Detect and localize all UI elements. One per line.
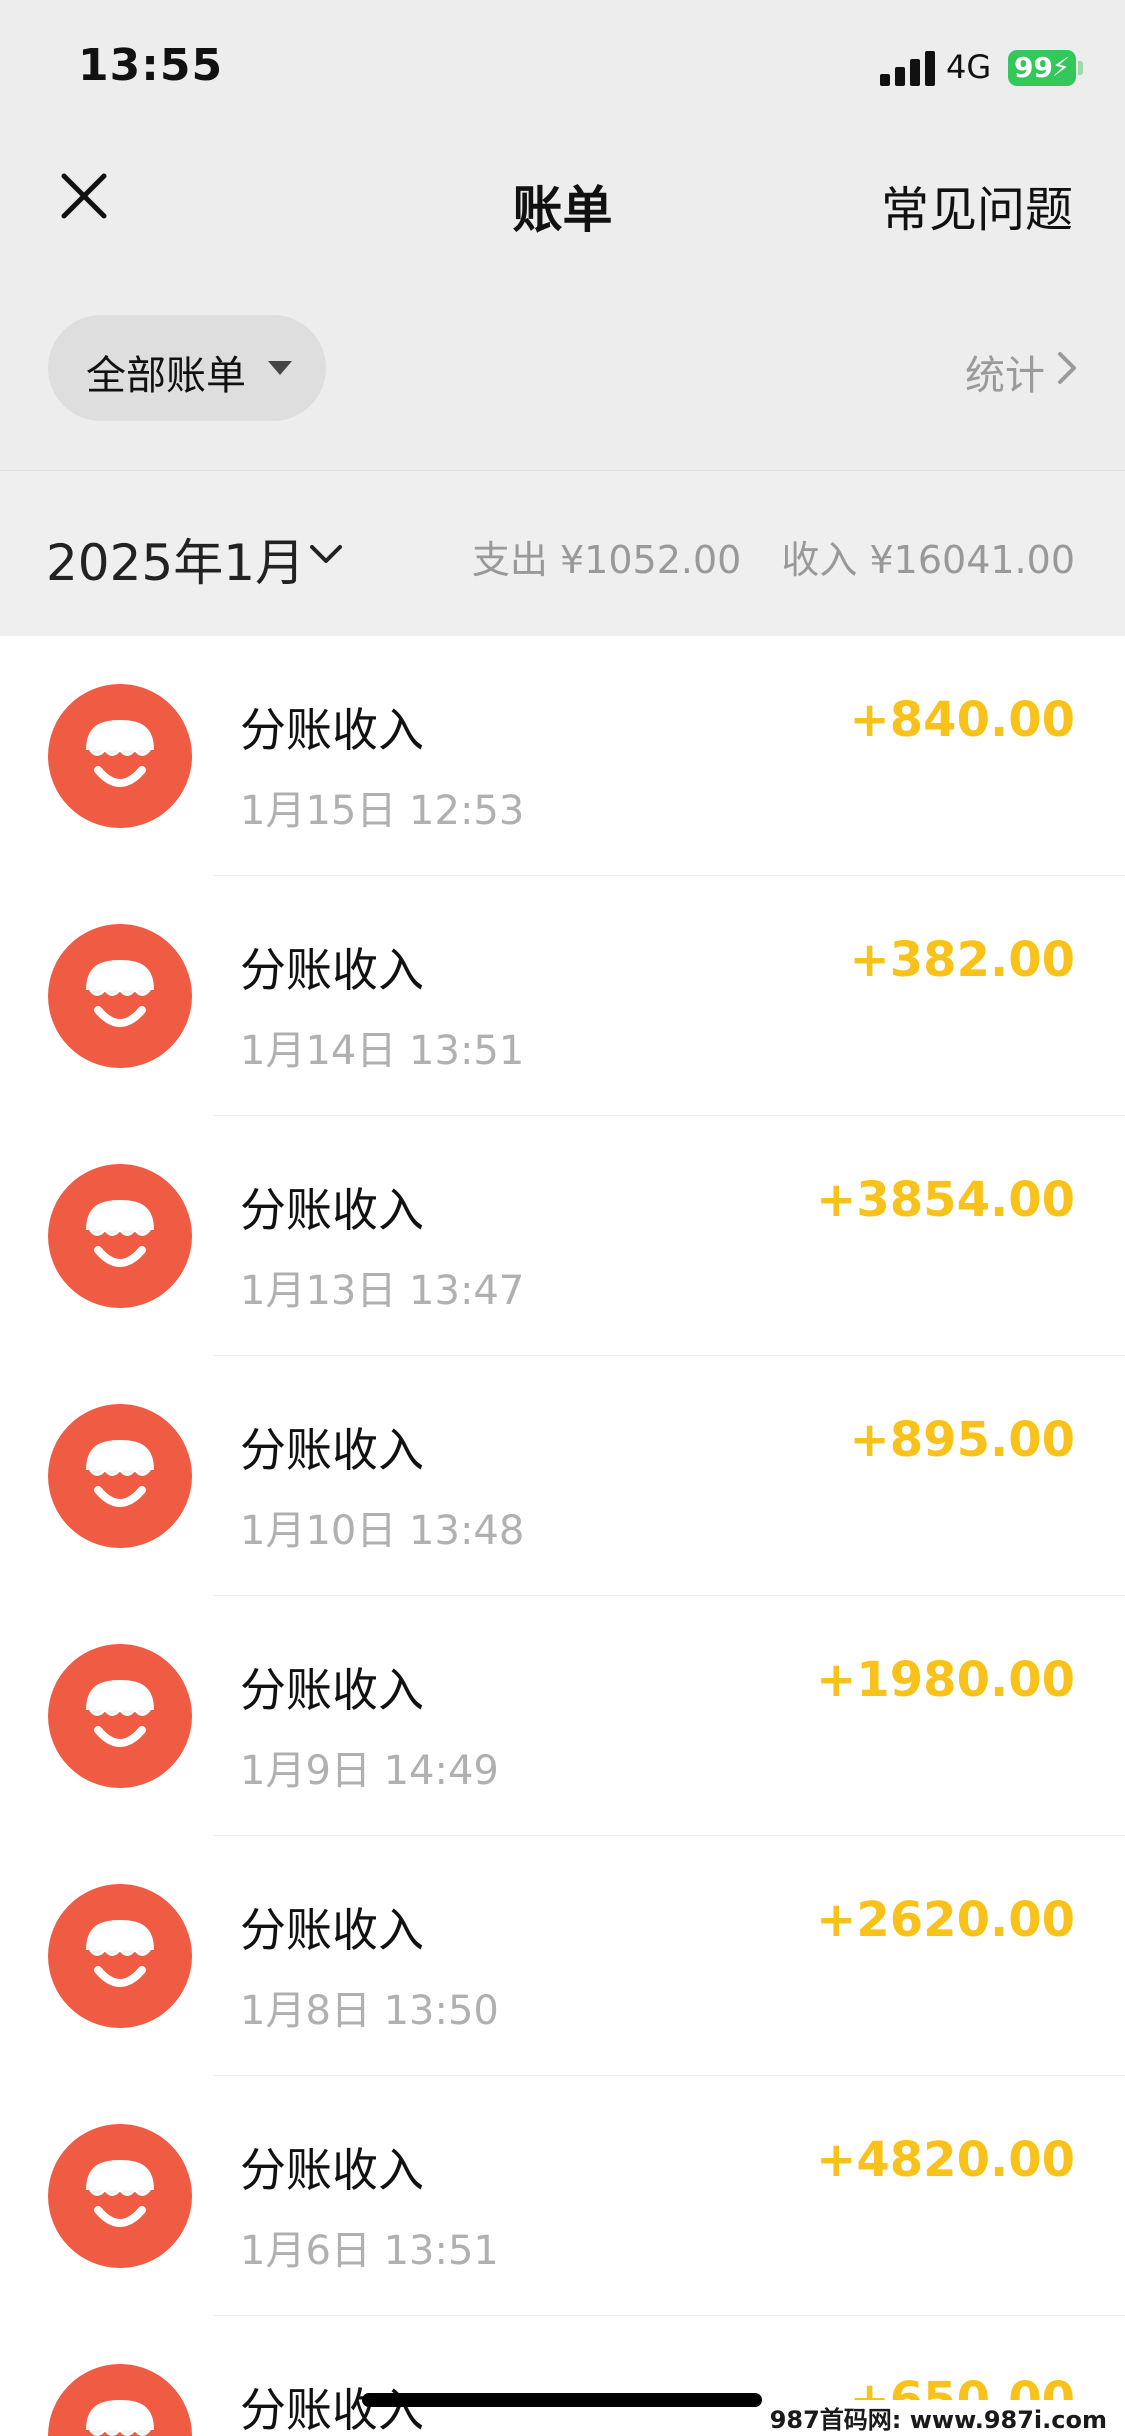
- transaction-row[interactable]: 分账收入 1月8日 13:50 +2620.00: [0, 1836, 1125, 2076]
- transaction-time: 1月9日 14:49: [240, 1748, 499, 1794]
- expense-total: 支出 ¥1052.00: [471, 538, 742, 582]
- transaction-title: 分账收入: [240, 1423, 424, 1477]
- transaction-title: 分账收入: [240, 1183, 424, 1237]
- transaction-time: 1月6日 13:51: [240, 2228, 499, 2274]
- transaction-amount: +840.00: [849, 692, 1075, 748]
- caret-down-icon: [268, 361, 292, 375]
- transaction-amount: +1980.00: [816, 1652, 1075, 1708]
- transaction-row[interactable]: 分账收入 1月10日 13:48 +895.00: [0, 1356, 1125, 1596]
- transaction-list: 分账收入 1月15日 12:53 +840.00 分账收入 1月14日 13:51 +38…: [0, 636, 1125, 2436]
- battery-level: 99: [1014, 51, 1053, 84]
- shop-icon: [48, 2364, 192, 2436]
- battery-tip: [1078, 61, 1083, 75]
- transaction-title: 分账收入: [240, 1903, 424, 1957]
- filter-label: 全部账单: [86, 353, 246, 399]
- header-area: 13:55 4G 99 ⚡ 账单 常见问题 全部账单 统计: [0, 0, 1125, 470]
- shop-icon: [48, 2124, 192, 2268]
- transaction-row[interactable]: 分账收入 1月14日 13:51 +382.00: [0, 876, 1125, 1116]
- shop-icon: [48, 1884, 192, 2028]
- shop-icon: [48, 1164, 192, 1308]
- transaction-amount: +2620.00: [816, 1892, 1075, 1948]
- month-totals: 支出 ¥1052.00 收入 ¥16041.00: [472, 529, 1075, 584]
- transaction-row[interactable]: 分账收入 1月6日 13:51 +4820.00: [0, 2076, 1125, 2316]
- transaction-amount: +895.00: [849, 1412, 1075, 1468]
- status-time: 13:55: [78, 40, 224, 91]
- transaction-time: 1月10日 13:48: [240, 1508, 525, 1554]
- transaction-row[interactable]: 分账收入 1月13日 13:47 +3854.00: [0, 1116, 1125, 1356]
- transaction-row[interactable]: 分账收入 1月15日 12:53 +840.00: [0, 636, 1125, 876]
- transaction-title: 分账收入: [240, 703, 424, 757]
- network-label: 4G: [946, 48, 992, 86]
- month-summary-bar: 2025年1月 支出 ¥1052.00 收入 ¥16041.00: [0, 470, 1125, 636]
- charging-icon: ⚡: [1051, 53, 1070, 83]
- chevron-down-icon[interactable]: [306, 541, 346, 569]
- battery-icon: 99 ⚡: [1008, 50, 1076, 86]
- shop-icon: [48, 924, 192, 1068]
- transaction-title: 分账收入: [240, 943, 424, 997]
- watermark: 987首码网: www.987i.com: [765, 2400, 1111, 2435]
- transaction-time: 1月14日 13:51: [240, 1028, 525, 1074]
- transaction-amount: +382.00: [849, 932, 1075, 988]
- shop-icon: [48, 1644, 192, 1788]
- transaction-row[interactable]: 分账收入 1月9日 14:49 +1980.00: [0, 1596, 1125, 1836]
- shop-icon: [48, 1404, 192, 1548]
- income-total: 收入 ¥16041.00: [781, 538, 1075, 582]
- transaction-time: 1月15日 12:53: [240, 788, 525, 834]
- bill-filter-dropdown[interactable]: 全部账单: [48, 315, 326, 421]
- home-indicator[interactable]: [362, 2393, 762, 2407]
- bill-screen: 13:55 4G 99 ⚡ 账单 常见问题 全部账单 统计 2025年1月 支出…: [0, 0, 1125, 2436]
- faq-link[interactable]: 常见问题: [881, 170, 1073, 240]
- month-selector[interactable]: 2025年1月: [46, 523, 305, 595]
- transaction-amount: +4820.00: [816, 2132, 1075, 2188]
- stats-link[interactable]: 统计: [965, 343, 1045, 401]
- transaction-time: 1月8日 13:50: [240, 1988, 499, 2034]
- signal-icon: [880, 50, 936, 86]
- transaction-time: 1月13日 13:47: [240, 1268, 525, 1314]
- transaction-title: 分账收入: [240, 1663, 424, 1717]
- transaction-title: 分账收入: [240, 2143, 424, 2197]
- transaction-amount: +3854.00: [816, 1172, 1075, 1228]
- chevron-right-icon[interactable]: [1050, 348, 1084, 388]
- shop-icon: [48, 684, 192, 828]
